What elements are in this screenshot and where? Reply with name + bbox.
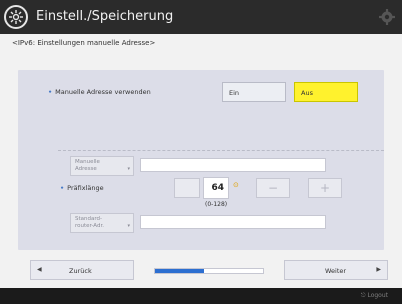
prefix-range: (0-128) bbox=[205, 201, 228, 208]
prefix-value[interactable]: 64 bbox=[203, 177, 229, 199]
manual-address-label: • Manuelle Adresse verwenden bbox=[48, 88, 151, 96]
next-button-label: Weiter bbox=[325, 267, 347, 275]
divider bbox=[58, 150, 384, 151]
option-ein-button[interactable]: Ein bbox=[222, 82, 286, 102]
prefix-label: • Präfixlänge bbox=[60, 184, 104, 192]
back-button[interactable]: ◀ Zurück bbox=[30, 260, 134, 280]
main-content: <IPv6: Einstellungen manuelle Adresse> •… bbox=[0, 34, 402, 288]
numpad-box[interactable] bbox=[174, 178, 200, 198]
arrow-right-icon: ▶ bbox=[376, 266, 381, 273]
logout-link[interactable]: ⎋ Logout bbox=[361, 292, 388, 300]
title-bar: Einstell./Speicherung bbox=[0, 0, 402, 34]
next-button[interactable]: Weiter ▶ bbox=[284, 260, 388, 280]
back-button-label: Zurück bbox=[69, 267, 92, 275]
logout-icon: ⎋ bbox=[360, 292, 366, 299]
manual-address-button-line2: Adresse bbox=[75, 165, 97, 172]
progress-fill bbox=[155, 269, 204, 273]
gear-icon[interactable] bbox=[378, 8, 396, 26]
navigation-bar: ◀ Zurück Weiter ▶ bbox=[0, 254, 402, 288]
breadcrumb: <IPv6: Einstellungen manuelle Adresse> bbox=[12, 39, 156, 47]
clear-numeric-icon[interactable]: ⊙ bbox=[233, 181, 239, 189]
default-router-button[interactable]: Standard- router-Adr. ▾ bbox=[70, 213, 134, 233]
page-title: Einstell./Speicherung bbox=[36, 9, 174, 24]
caret-down-icon: ▾ bbox=[127, 165, 130, 172]
bullet-icon: • bbox=[48, 88, 53, 96]
manual-address-input[interactable] bbox=[140, 158, 326, 172]
caret-down-icon: ▾ bbox=[127, 222, 130, 229]
logout-label: Logout bbox=[367, 292, 388, 299]
option-ein-label: Ein bbox=[229, 89, 240, 97]
default-router-button-line2: router-Adr. bbox=[75, 222, 104, 229]
bullet-icon: • bbox=[60, 184, 65, 192]
option-aus-label: Aus bbox=[301, 89, 313, 97]
settings-panel: • Manuelle Adresse verwenden Ein Aus Manu… bbox=[18, 70, 384, 250]
manual-address-button[interactable]: Manuelle Adresse ▾ bbox=[70, 156, 134, 176]
minus-button[interactable]: − bbox=[256, 178, 290, 198]
plus-button[interactable]: + bbox=[308, 178, 342, 198]
progress-bar bbox=[154, 268, 264, 274]
arrow-left-icon: ◀ bbox=[37, 266, 42, 273]
default-router-input[interactable] bbox=[140, 215, 326, 229]
option-aus-button[interactable]: Aus bbox=[294, 82, 358, 102]
settings-wheel-icon bbox=[4, 5, 28, 29]
status-bar: ⎋ Logout bbox=[0, 288, 402, 304]
